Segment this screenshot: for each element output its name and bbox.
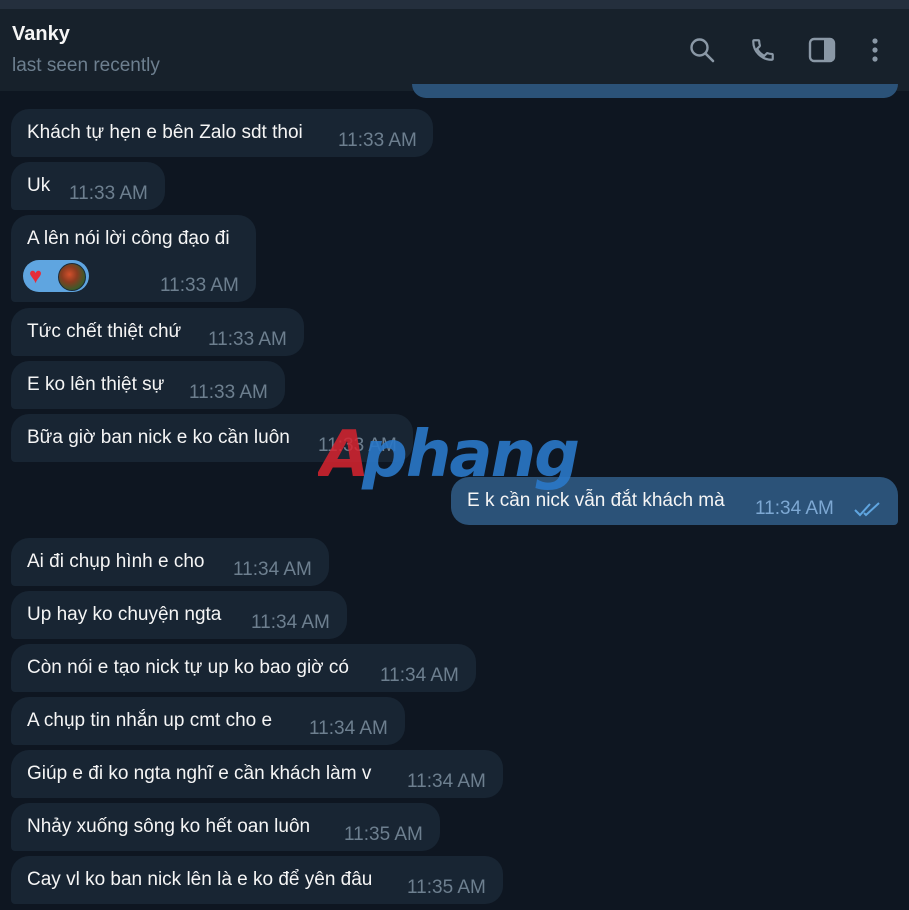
message-time: 11:34 AM [251,612,330,633]
message-text: Up hay ko chuyện ngta [27,604,222,625]
message-time: 11:33 AM [208,329,287,350]
message-time: 11:34 AM [309,718,388,739]
message-text: Khách tự hẹn e bên Zalo sdt thoi [27,122,303,143]
double-check-icon [854,502,880,517]
message-bubble[interactable]: Khách tự hẹn e bên Zalo sdt thoi 11:33 A… [11,109,433,157]
message-bubble[interactable]: Cay vl ko ban nick lên là e ko để yên đâ… [11,856,503,904]
message-text: Uk [27,175,51,196]
message-time: 11:34 AM [755,498,834,519]
message-text: Nhảy xuống sông ko hết oan luôn [27,816,311,837]
message-bubble[interactable]: Up hay ko chuyện ngta 11:34 AM [11,591,347,639]
phone-icon[interactable] [748,35,778,65]
message-text: Ai đi chụp hình e cho [27,551,205,572]
avatar [58,263,86,291]
message-bubble[interactable]: Tức chết thiệt chứ 11:33 AM [11,308,304,356]
reaction-badge[interactable]: ♥ [23,260,89,292]
message-time: 11:34 AM [380,665,459,686]
message-time: 11:35 AM [407,877,486,898]
message-time: 11:33 AM [318,435,397,456]
message-time: 11:33 AM [338,130,417,151]
message-bubble[interactable]: A chụp tin nhắn up cmt cho e 11:34 AM [11,697,405,745]
more-vertical-icon[interactable] [860,35,890,65]
message-text: Còn nói e tạo nick tự up ko bao giờ có [27,657,349,678]
message-bubble[interactable]: A lên nói lời công đạo đi ♥ 11:33 AM [11,215,256,302]
message-list[interactable]: Khách tự hẹn e bên Zalo sdt thoi 11:33 A… [0,91,909,910]
contact-status: last seen recently [12,55,160,76]
message-time: 11:34 AM [233,559,312,580]
heart-icon: ♥ [29,263,43,288]
message-time: 11:33 AM [160,275,239,296]
message-bubble[interactable]: Uk 11:33 AM [11,162,165,210]
message-time: 11:33 AM [69,183,148,204]
contact-name[interactable]: Vanky [12,23,70,46]
message-time: 11:33 AM [189,382,268,403]
message-time: 11:34 AM [407,771,486,792]
message-text: E k cần nick vẫn đắt khách mà [467,490,725,511]
message-bubble[interactable]: Bữa giờ ban nick e ko cần luôn 11:33 AM [11,414,413,462]
chat-header: Vanky last seen recently [0,9,909,91]
message-text: Giúp e đi ko ngta nghĩ e cần khách làm v [27,763,372,784]
message-bubble[interactable]: Ai đi chụp hình e cho 11:34 AM [11,538,329,586]
message-bubble[interactable]: Giúp e đi ko ngta nghĩ e cần khách làm v… [11,750,503,798]
message-text: Bữa giờ ban nick e ko cần luôn [27,427,290,448]
message-text: E ko lên thiệt sự [27,374,165,395]
message-text: Tức chết thiệt chứ [27,321,182,342]
message-time: 11:35 AM [344,824,423,845]
search-icon[interactable] [687,35,717,65]
sidebar-toggle-icon[interactable] [807,35,837,65]
message-bubble[interactable]: Còn nói e tạo nick tự up ko bao giờ có 1… [11,644,476,692]
message-bubble[interactable]: Nhảy xuống sông ko hết oan luôn 11:35 AM [11,803,440,851]
message-text: A chụp tin nhắn up cmt cho e [27,710,273,731]
message-text: A lên nói lời công đạo đi [27,228,230,249]
window-top-strip [0,0,909,9]
message-bubble-outgoing[interactable]: E k cần nick vẫn đắt khách mà 11:34 AM [451,477,898,525]
message-bubble[interactable]: E ko lên thiệt sự 11:33 AM [11,361,285,409]
message-text: Cay vl ko ban nick lên là e ko để yên đâ… [27,869,373,890]
